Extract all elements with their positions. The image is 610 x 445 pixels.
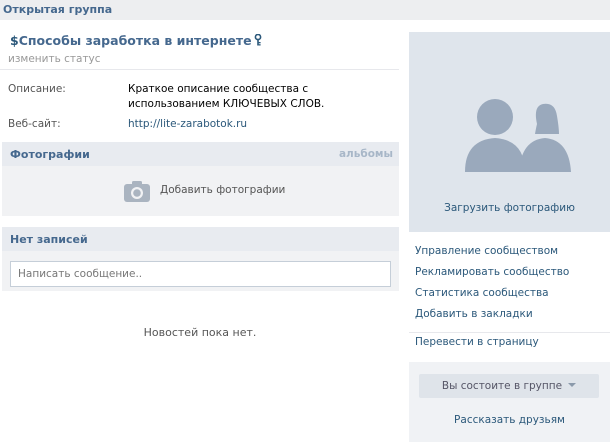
post-composer: Написать сообщение.. — [2, 251, 399, 291]
posts-header: Нет записей — [2, 227, 399, 251]
photos-title: Фотографии — [10, 148, 90, 161]
message-input[interactable]: Написать сообщение.. — [10, 261, 391, 287]
group-type-label: Открытая группа — [3, 3, 113, 16]
website-label: Веб-сайт: — [8, 118, 61, 130]
avatar[interactable]: Загрузить фотографию — [409, 32, 610, 232]
dollar-prefix: $ — [10, 33, 19, 48]
key-icon — [254, 33, 262, 49]
albums-link[interactable]: альбомы — [339, 148, 393, 160]
add-bookmark-link[interactable]: Добавить в закладки — [415, 308, 533, 320]
group-title-text: Способы заработка в интернете — [18, 33, 252, 48]
tell-friends-link[interactable]: Рассказать друзьям — [409, 414, 610, 426]
membership-button[interactable]: Вы состоите в группе — [419, 374, 599, 398]
posts-title: Нет записей — [10, 233, 88, 246]
advertise-community-link[interactable]: Рекламировать сообщество — [415, 266, 569, 278]
description-value: Краткое описание сообщества с использова… — [128, 83, 325, 110]
group-title: $Способы заработка в интернете — [10, 33, 262, 49]
divider — [409, 332, 610, 333]
photos-header: Фотографии альбомы — [2, 142, 399, 166]
empty-feed-text: Новостей пока нет. — [143, 326, 257, 339]
description-label: Описание: — [8, 83, 66, 95]
membership-label: Вы состоите в группе — [441, 380, 563, 392]
add-photos-area[interactable]: Добавить фотографии — [2, 166, 399, 216]
membership-box: Вы состоите в группе Рассказать друзьям — [409, 362, 610, 442]
divider — [0, 69, 399, 70]
top-bar: Открытая группа — [0, 0, 610, 20]
community-stats-link[interactable]: Статистика сообщества — [415, 287, 549, 299]
chevron-down-icon — [568, 383, 577, 387]
convert-to-page-link[interactable]: Перевести в страницу — [415, 336, 539, 348]
change-status-link[interactable]: изменить статус — [8, 53, 101, 65]
camera-icon — [124, 180, 150, 205]
website-link[interactable]: http://lite-zarabotok.ru — [128, 117, 393, 132]
upload-photo-link[interactable]: Загрузить фотографию — [409, 202, 610, 214]
group-silhouette-icon — [465, 99, 571, 172]
manage-community-link[interactable]: Управление сообществом — [415, 245, 558, 257]
add-photos-label: Добавить фотографии — [160, 184, 286, 196]
